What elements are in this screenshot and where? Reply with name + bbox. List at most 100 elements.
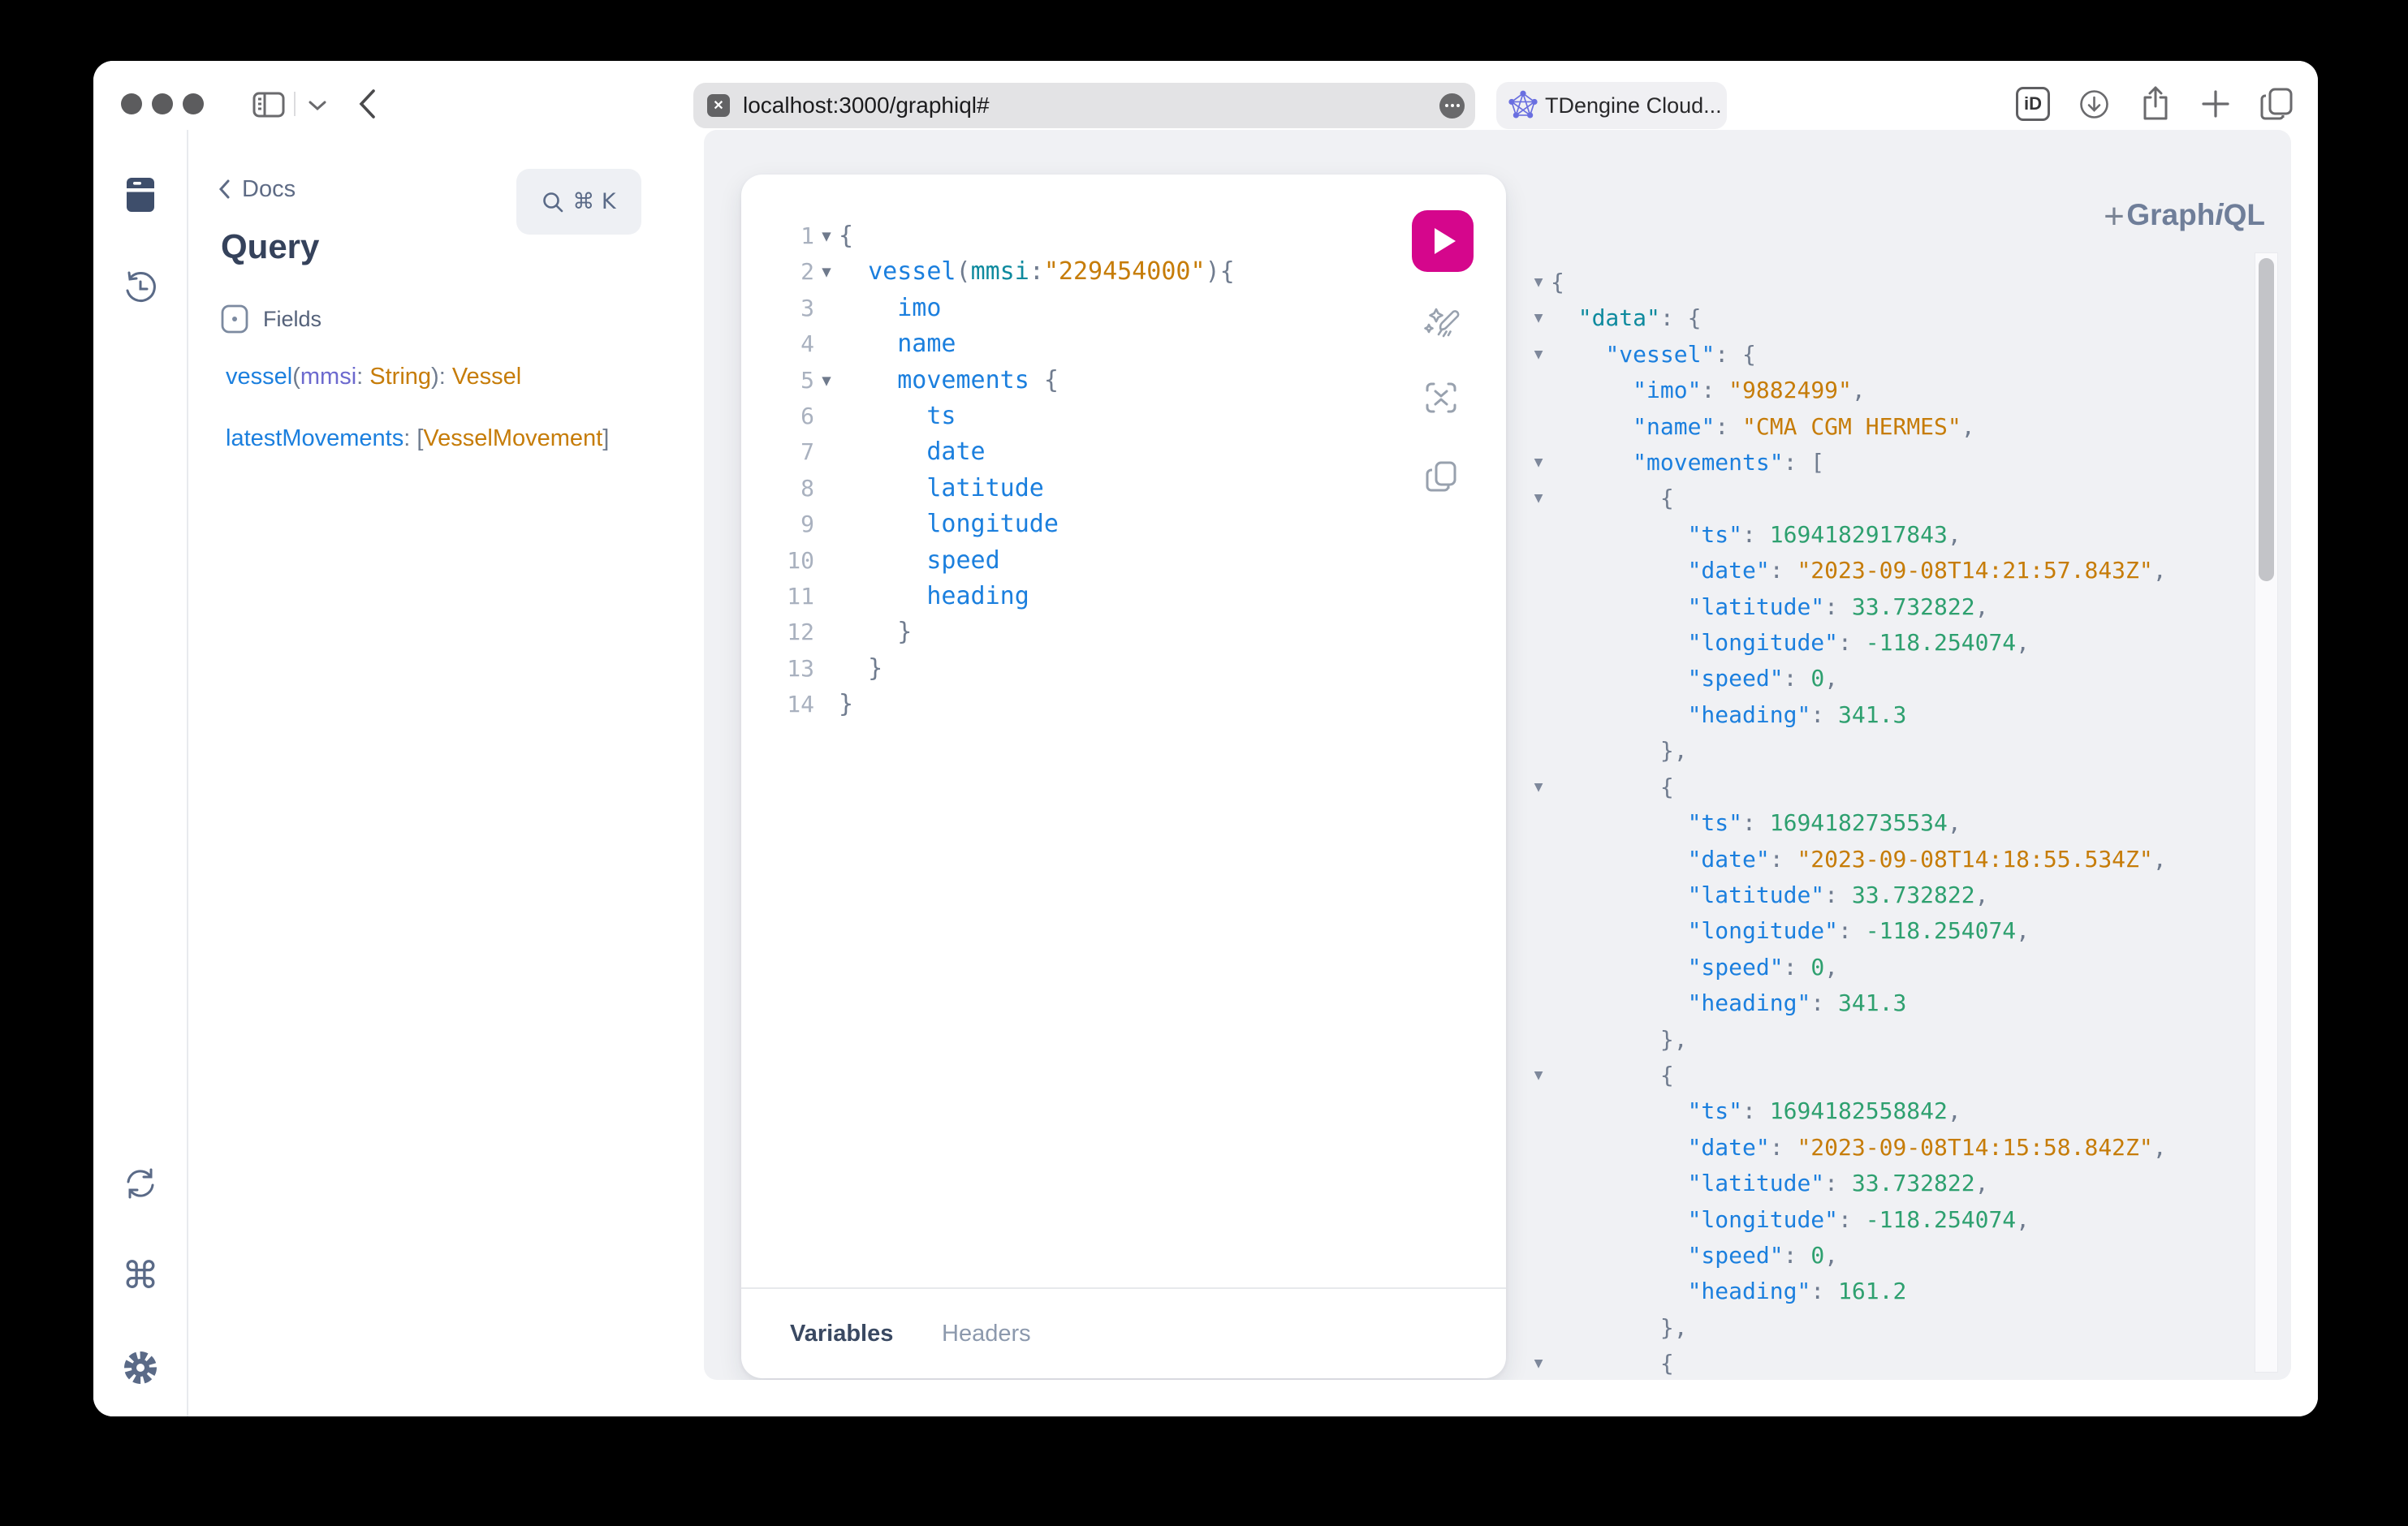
site-favicon: ✕ [707, 94, 730, 117]
code-line: "latitude": 33.732822, [1526, 1166, 2167, 1201]
browser-toolbar: ✕ localhost:3000/graphiql# TDengine Clou… [93, 61, 2318, 130]
tdengine-star-icon [1508, 90, 1538, 121]
fold-arrow-icon[interactable]: ▼ [1526, 1058, 1551, 1093]
code-line: "speed": 0, [1526, 1238, 2167, 1274]
fold-gutter [1526, 1202, 1551, 1238]
fold-gutter [1526, 1093, 1551, 1129]
line-number: 4 [754, 326, 814, 362]
code-line: }, [1526, 1310, 2167, 1346]
line-number: 9 [754, 507, 814, 542]
line-number: 2 [754, 254, 814, 290]
keyboard-shortcuts-icon[interactable]: ⌘ [121, 1256, 160, 1295]
code-line: "heading": 341.3 [1526, 697, 2167, 733]
fold-gutter [1526, 697, 1551, 733]
response-scrollbar[interactable] [2255, 252, 2278, 1373]
copy-query-icon[interactable] [1422, 457, 1461, 496]
merge-fragments-icon[interactable] [1422, 378, 1461, 417]
address-bar[interactable]: ✕ localhost:3000/graphiql# [693, 83, 1475, 128]
code-line: 12 } [754, 614, 1235, 650]
graphiql-app: ⌘ Docs ⌘ K Query Fields [93, 130, 2318, 1416]
code-line: "heading": 341.3 [1526, 985, 2167, 1021]
fold-arrow-icon[interactable]: ▼ [1526, 265, 1551, 300]
docs-search-button[interactable]: ⌘ K [516, 169, 641, 235]
tab-variables[interactable]: Variables [790, 1289, 893, 1378]
scrollbar-thumb[interactable] [2259, 258, 2274, 581]
fold-arrow-icon[interactable]: ▼ [814, 254, 839, 290]
downloads-icon[interactable] [2079, 89, 2109, 119]
window-zoom-button[interactable] [183, 93, 204, 114]
fields-section-label: Fields [263, 307, 321, 332]
fold-arrow-icon[interactable]: ▼ [1526, 337, 1551, 373]
fold-gutter [1526, 553, 1551, 588]
share-icon[interactable] [2141, 85, 2170, 121]
fold-gutter [814, 543, 839, 579]
password-extension-icon[interactable]: iD [2016, 87, 2050, 121]
favorite-tab-tdengine[interactable]: TDengine Cloud... [1496, 82, 1727, 129]
new-tab-icon[interactable] [2201, 89, 2230, 119]
favorite-tab-label: TDengine Cloud... [1545, 93, 1722, 119]
settings-gear-icon[interactable] [121, 1348, 160, 1387]
chevron-down-icon[interactable] [308, 100, 327, 111]
fold-arrow-icon[interactable]: ▼ [814, 218, 839, 254]
fold-gutter [1526, 877, 1551, 913]
fold-gutter [814, 614, 839, 650]
docs-title: Query [221, 227, 319, 266]
refetch-schema-icon[interactable] [121, 1164, 160, 1203]
fold-gutter [1526, 950, 1551, 985]
code-line: "imo": "9882499", [1526, 373, 2167, 408]
browser-window: ✕ localhost:3000/graphiql# TDengine Clou… [93, 61, 2318, 1416]
code-line: 9 longitude [754, 507, 1235, 542]
fold-gutter [814, 579, 839, 614]
back-button[interactable] [356, 88, 378, 119]
line-number: 10 [754, 543, 814, 579]
code-line: 11 heading [754, 579, 1235, 614]
fold-gutter [1526, 805, 1551, 841]
line-number: 12 [754, 614, 814, 650]
fold-gutter [814, 651, 839, 687]
fold-arrow-icon[interactable]: ▼ [814, 363, 839, 399]
fold-gutter [814, 399, 839, 434]
code-line: ▼ { [1526, 1346, 2167, 1380]
fold-arrow-icon[interactable]: ▼ [1526, 769, 1551, 805]
docs-back-label: Docs [242, 176, 296, 203]
page-options-icon[interactable] [1439, 93, 1465, 119]
chevron-left-icon [218, 179, 231, 200]
code-line: "ts": 1694182735534, [1526, 805, 2167, 841]
graphiql-logo[interactable]: GraphiQL [2126, 198, 2265, 232]
fold-gutter [814, 434, 839, 470]
execute-query-button[interactable] [1412, 210, 1474, 272]
code-line: "longitude": -118.254074, [1526, 1202, 2167, 1238]
query-editor-card: 1▼{2▼ vessel(mmsi:"229454000"){3 imo4 na… [741, 175, 1506, 1378]
window-close-button[interactable] [121, 93, 142, 114]
docs-field-latest-movements[interactable]: latestMovements: [VesselMovement] [226, 425, 609, 452]
url-text[interactable]: localhost:3000/graphiql# [743, 93, 1439, 119]
line-number: 3 [754, 291, 814, 326]
code-line: 4 name [754, 326, 1235, 362]
tab-overview-icon[interactable] [2259, 87, 2294, 121]
fields-box-icon [221, 304, 248, 334]
line-number: 14 [754, 687, 814, 722]
fold-arrow-icon[interactable]: ▼ [1526, 481, 1551, 516]
window-minimize-button[interactable] [152, 93, 173, 114]
prettify-icon[interactable] [1422, 301, 1461, 340]
fold-arrow-icon[interactable]: ▼ [1526, 300, 1551, 336]
history-icon[interactable] [121, 269, 160, 308]
code-line: ▼{ [1526, 265, 2167, 300]
fold-arrow-icon[interactable]: ▼ [1526, 445, 1551, 481]
fold-arrow-icon[interactable]: ▼ [1526, 1346, 1551, 1380]
docs-field-vessel[interactable]: vessel(mmsi: String): Vessel [226, 364, 521, 390]
fold-gutter [1526, 985, 1551, 1021]
query-editor[interactable]: 1▼{2▼ vessel(mmsi:"229454000"){3 imo4 na… [754, 218, 1235, 723]
tab-headers[interactable]: Headers [942, 1289, 1031, 1378]
docs-breadcrumb[interactable]: Docs [218, 172, 296, 206]
docs-book-icon[interactable] [121, 175, 160, 214]
sidebar-toggle-icon[interactable] [252, 92, 285, 118]
code-line: 14} [754, 687, 1235, 722]
fold-gutter [814, 326, 839, 362]
fold-gutter [1526, 1130, 1551, 1166]
code-line: "ts": 1694182917843, [1526, 517, 2167, 553]
line-number: 6 [754, 399, 814, 434]
fold-gutter [1526, 842, 1551, 877]
fold-gutter [1526, 1274, 1551, 1309]
code-line: 6 ts [754, 399, 1235, 434]
